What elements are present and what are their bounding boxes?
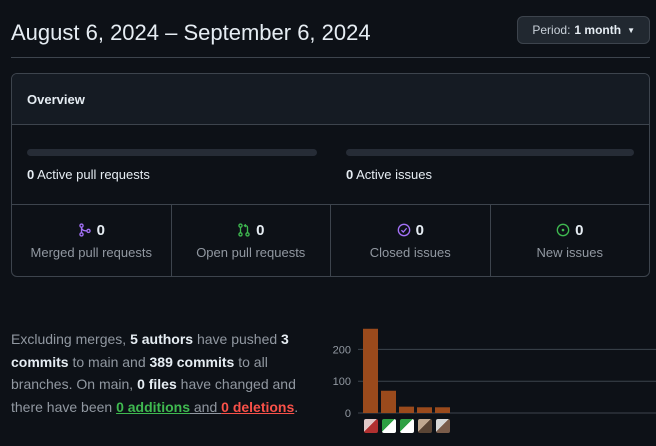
period-value: 1 month [574,23,622,37]
commit-summary: Excluding merges, 5 authors have pushed … [11,328,321,418]
commit-bar[interactable] [363,328,378,413]
issue-closed-icon [397,223,410,237]
active-pull-requests-link[interactable]: 0 Active pull requests [27,167,150,182]
merged-pull-requests-stat[interactable]: 0 Merged pull requests [12,205,172,276]
authors-count-link[interactable]: 5 authors [130,331,193,347]
commit-bar[interactable] [399,406,414,413]
overview-panel: Overview 0 Active pull requests 0 Active… [11,73,650,277]
git-pull-request-icon [238,223,250,237]
overview-stats-grid: 0 Merged pull requests 0 Open pull reque… [12,205,649,276]
open-pull-requests-count: 0 [256,221,265,239]
additions-link[interactable]: 0 additions [116,399,190,415]
all-commits-count: 389 commits [149,353,235,370]
divider [11,57,650,58]
period-prefix: Period: [532,23,571,37]
active-issues-count: 0 [346,167,354,182]
issues-progress-bar [346,149,634,156]
new-issues-count: 0 [575,221,584,239]
date-range-title: August 6, 2024 – September 6, 2024 [11,20,371,45]
header: August 6, 2024 – September 6, 2024 Perio… [11,14,650,58]
open-pull-requests-stat[interactable]: 0 Open pull requests [172,205,331,276]
active-pull-requests-count: 0 [27,167,35,182]
closed-issues-count: 0 [415,221,424,239]
overview-title: Overview [12,74,649,125]
summary-text: and [190,398,222,415]
y-tick-label: 0 [345,408,351,420]
closed-issues-label: Closed issues [369,244,451,260]
author-avatar[interactable] [363,419,378,433]
author-avatar[interactable] [435,419,450,433]
new-issues-label: New issues [536,244,603,260]
commits-by-author-chart: 0 100 200 [333,328,656,420]
commit-bar[interactable] [435,407,450,413]
new-issues-stat[interactable]: 0 New issues [491,205,650,276]
author-avatar[interactable] [399,419,414,433]
commit-bar[interactable] [381,390,396,413]
summary-text: to main and [68,353,150,370]
caret-down-icon: ▼ [627,25,635,35]
author-avatar[interactable] [417,419,432,433]
y-tick-label: 200 [333,344,351,356]
files-changed-count: 0 files [137,376,177,392]
active-pull-requests-label: Active pull requests [37,167,150,182]
overview-progress-row: 0 Active pull requests 0 Active issues [12,125,649,205]
period-dropdown-button[interactable]: Period: 1 month ▼ [517,16,650,44]
active-issues-link[interactable]: 0 Active issues [346,167,432,182]
merged-pull-requests-label: Merged pull requests [30,244,152,260]
merged-pull-requests-count: 0 [96,221,105,239]
git-merge-icon [78,223,91,237]
pull-requests-progress-bar [27,149,317,156]
summary-text: have pushed [193,331,282,347]
summary-text: Excluding merges, [11,331,131,347]
closed-issues-stat[interactable]: 0 Closed issues [331,205,491,276]
active-issues-label: Active issues [356,167,433,182]
open-pull-requests-label: Open pull requests [196,244,306,260]
issue-opened-icon [556,223,570,237]
y-tick-label: 100 [333,376,351,388]
deletions-link[interactable]: 0 deletions [221,399,294,415]
commit-bar[interactable] [417,407,432,413]
author-avatar[interactable] [381,419,396,433]
summary-text: . [294,398,299,415]
